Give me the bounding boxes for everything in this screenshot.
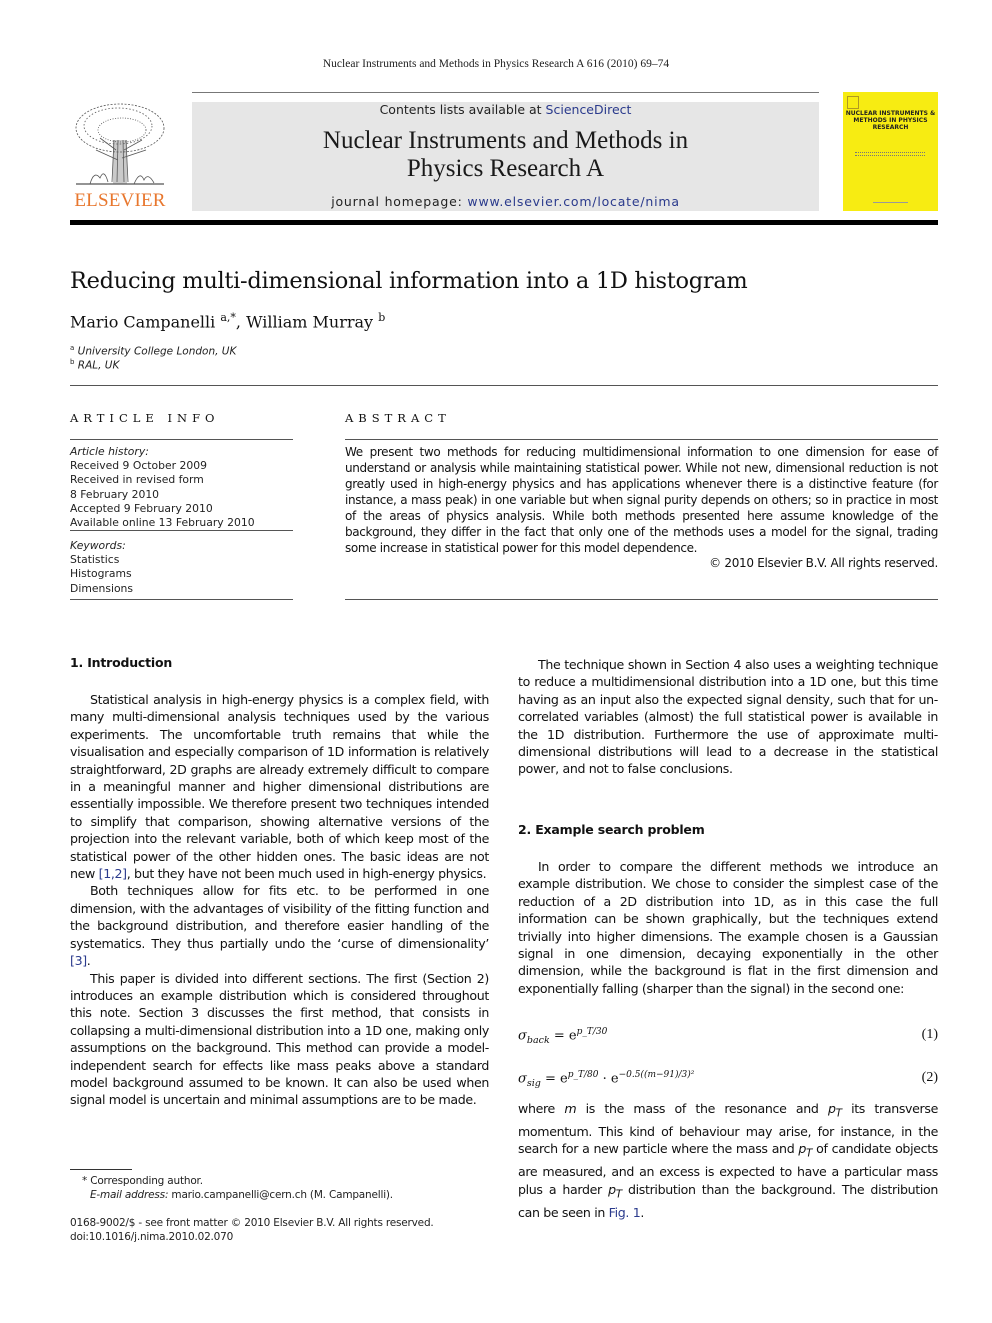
corresponding-author-note: * Corresponding author. [82, 1175, 203, 1187]
citation-link[interactable]: [1,2] [99, 866, 127, 881]
introduction-body: Statistical analysis in high-energy phys… [70, 691, 489, 1109]
cover-subtitle [855, 152, 925, 156]
abstract-divider [345, 439, 938, 440]
affiliation-marker: a [70, 344, 75, 352]
affiliation-marker: b [70, 358, 75, 366]
journal-homepage-link[interactable]: www.elsevier.com/locate/nima [467, 194, 679, 209]
article-info-divider [70, 599, 293, 600]
paragraph: The technique shown in Section 4 also us… [518, 657, 938, 777]
paragraph: Statistical analysis in high-energy phys… [70, 692, 489, 882]
section-heading-example: 2. Example search problem [518, 822, 705, 837]
issn-line: 0168-9002/$ - see front matter © 2010 El… [70, 1217, 434, 1229]
journal-title-line-1: Nuclear Instruments and Methods in [322, 127, 689, 154]
keyword: Statistics [70, 553, 120, 567]
equation-1: σback = ep_T/30 (1) [518, 1027, 938, 1047]
equation-expression: σsig = ep_T/80 · e−0.5((m−91)/3)² [518, 1070, 695, 1089]
sciencedirect-link[interactable]: ScienceDirect [546, 102, 632, 117]
author-list: Mario Campanelli a,*, William Murray b [70, 311, 385, 331]
keyword: Dimensions [70, 581, 134, 595]
cover-title: NUCLEAR INSTRUMENTS & METHODS IN PHYSICS… [845, 110, 936, 131]
paragraph: where m is the mass of the resonance and… [518, 1101, 938, 1220]
paragraph: In order to compare the different method… [518, 859, 938, 996]
author-affiliation-marker[interactable]: b [378, 311, 385, 324]
equation-number: (2) [921, 1070, 938, 1085]
affiliation: a University College London, UK [70, 344, 236, 358]
contents-prefix: Contents lists available at [379, 102, 546, 117]
article-info-heading: ARTICLE INFO [70, 411, 220, 425]
history-item: Received 9 October 2009 [70, 459, 207, 473]
equation-2: σsig = ep_T/80 · e−0.5((m−91)/3)² (2) [518, 1070, 938, 1090]
homepage-prefix: journal homepage: [331, 194, 468, 209]
section-heading-introduction: 1. Introduction [70, 655, 173, 670]
example-body-continued: where m is the mass of the resonance and… [518, 1100, 938, 1221]
running-head: Nuclear Instruments and Methods in Physi… [322, 58, 670, 70]
equation-number: (1) [921, 1027, 938, 1042]
author-name: Mario Campanelli [70, 312, 216, 332]
citation-link[interactable]: [3] [70, 953, 87, 968]
cover-emblem-icon [847, 96, 859, 109]
journal-homepage: journal homepage: www.elsevier.com/locat… [192, 194, 819, 209]
email-address[interactable]: mario.campanelli@cern.ch (M. Campanelli)… [168, 1189, 393, 1201]
abstract-copyright: © 2010 Elsevier B.V. All rights reserved… [709, 556, 938, 570]
history-item: 8 February 2010 [70, 487, 160, 501]
figure-link[interactable]: Fig. 1 [609, 1205, 641, 1220]
article-title: Reducing multi-dimensional information i… [70, 268, 748, 294]
keywords-label: Keywords: [70, 539, 126, 552]
email-note: E-mail address: mario.campanelli@cern.ch… [70, 1189, 393, 1201]
abstract-heading: ABSTRACT [345, 411, 451, 425]
doi-line[interactable]: doi:10.1016/j.nima.2010.02.070 [70, 1231, 233, 1243]
publisher-logo-text: ELSEVIER [74, 190, 166, 211]
author-affiliation-marker[interactable]: a,* [220, 311, 236, 324]
cover-footer [873, 202, 908, 203]
abstract-text: We present two methods for reducing mult… [345, 445, 938, 555]
history-item: Available online 13 February 2010 [70, 516, 255, 530]
equation-expression: σback = ep_T/30 [518, 1027, 608, 1046]
masthead-bottom-rule [70, 220, 938, 225]
article-info-divider [70, 530, 293, 531]
email-label: E-mail address: [90, 1189, 169, 1201]
affiliation: b RAL, UK [70, 358, 119, 372]
affiliation-text: RAL, UK [77, 359, 120, 372]
article-info-divider [70, 439, 293, 440]
keywords: Keywords: Statistics Histograms Dimensio… [70, 539, 293, 596]
author-name: William Murray [246, 312, 374, 332]
introduction-body-continued: The technique shown in Section 4 also us… [518, 656, 938, 778]
journal-title: Nuclear Instruments and Methods in Physi… [192, 127, 819, 183]
paragraph: This paper is divided into different sec… [70, 970, 489, 1108]
affiliation-text: University College London, UK [77, 345, 237, 358]
author-separator: , [235, 312, 247, 332]
example-body: In order to compare the different method… [518, 858, 938, 997]
paragraph: Both techniques allow for fits etc. to b… [70, 883, 489, 969]
contents-line: Contents lists available at ScienceDirec… [192, 102, 819, 117]
article-history-label: Article history: [70, 445, 149, 458]
journal-title-line-2: Physics Research A [406, 155, 605, 182]
keyword: Histograms [70, 567, 132, 581]
history-item: Accepted 9 February 2010 [70, 501, 213, 515]
abstract-divider [345, 599, 938, 600]
footnote-rule [70, 1169, 132, 1170]
history-item: Received in revised form [70, 473, 204, 487]
masthead-top-rule [192, 92, 819, 93]
journal-cover-thumbnail[interactable]: NUCLEAR INSTRUMENTS & METHODS IN PHYSICS… [843, 92, 938, 211]
article-history: Article history: Received 9 October 2009… [70, 445, 293, 530]
header-divider [70, 385, 938, 386]
